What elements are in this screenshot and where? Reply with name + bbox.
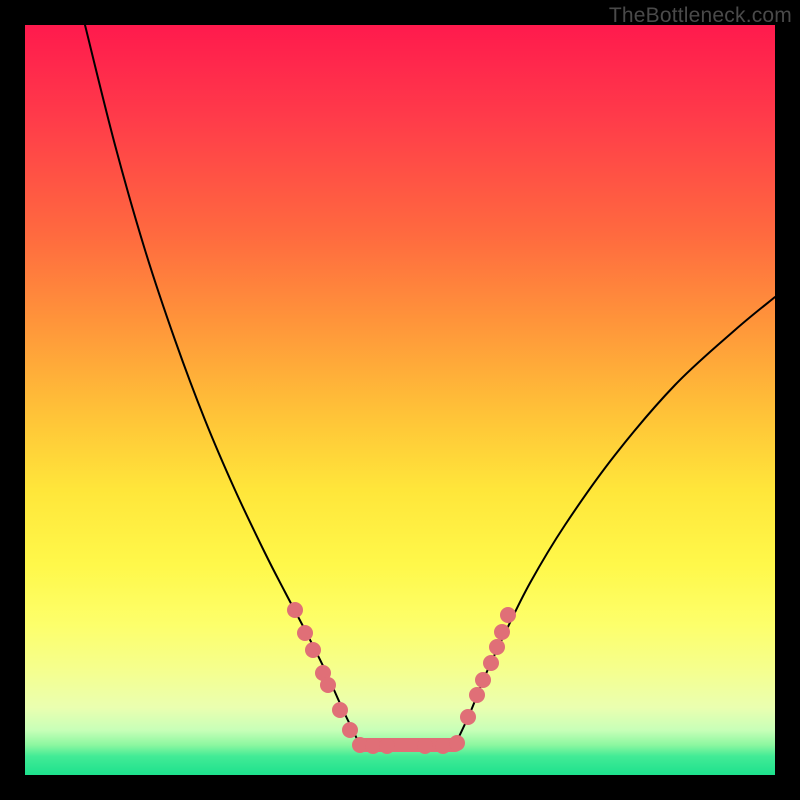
highlight-dot bbox=[417, 738, 433, 754]
highlight-dot bbox=[489, 639, 505, 655]
highlight-dots-group bbox=[287, 602, 516, 754]
curve-right-branch bbox=[455, 297, 775, 745]
highlight-dot bbox=[435, 738, 451, 754]
highlight-dot bbox=[297, 625, 313, 641]
chart-frame: TheBottleneck.com bbox=[0, 0, 800, 800]
highlight-dot bbox=[287, 602, 303, 618]
chart-svg bbox=[25, 25, 775, 775]
highlight-dot bbox=[305, 642, 321, 658]
highlight-dot bbox=[332, 702, 348, 718]
highlight-dot bbox=[469, 687, 485, 703]
highlight-dot bbox=[379, 738, 395, 754]
curve-left-branch bbox=[85, 25, 360, 745]
highlight-dot bbox=[460, 709, 476, 725]
highlight-dot bbox=[500, 607, 516, 623]
highlight-dot bbox=[494, 624, 510, 640]
highlight-dot bbox=[342, 722, 358, 738]
highlight-dot bbox=[483, 655, 499, 671]
highlight-dot bbox=[449, 735, 465, 751]
highlight-dot bbox=[320, 677, 336, 693]
highlight-dot bbox=[365, 738, 381, 754]
highlight-dot bbox=[475, 672, 491, 688]
plot-area bbox=[25, 25, 775, 775]
